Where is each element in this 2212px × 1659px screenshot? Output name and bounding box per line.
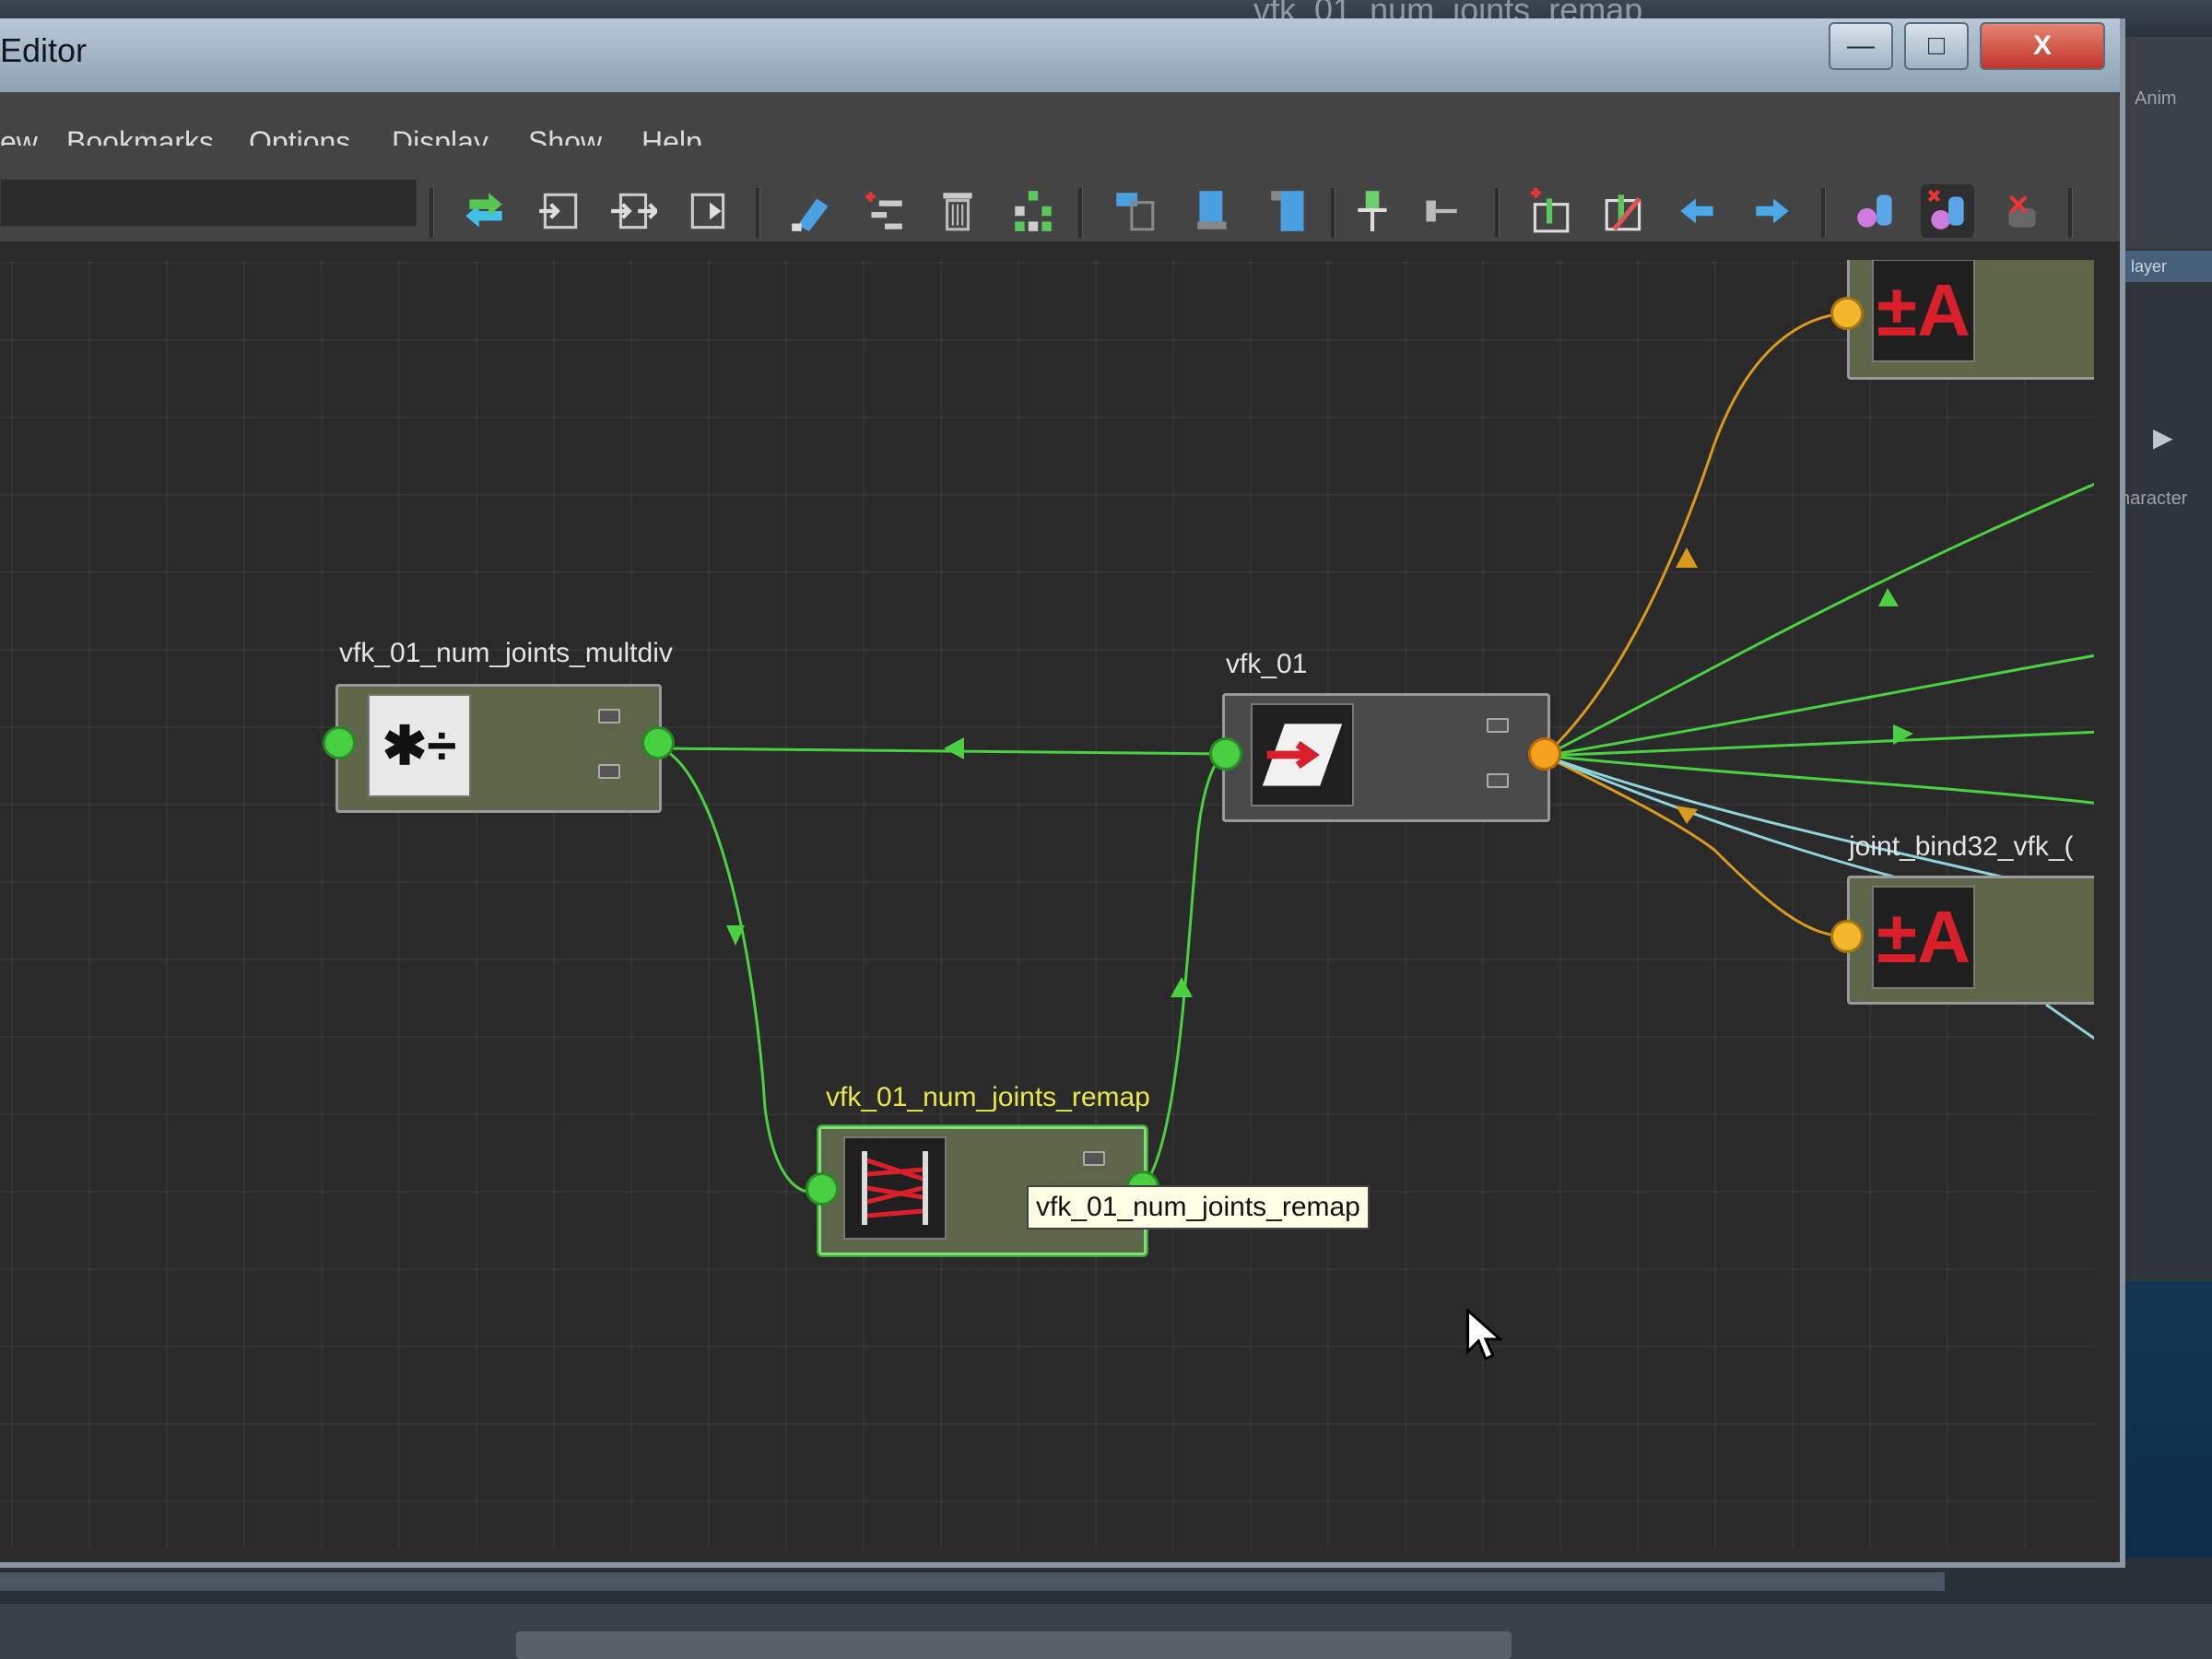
input-output-connections-icon[interactable] <box>606 184 660 238</box>
connection-line <box>1544 754 2029 885</box>
connection-arrow <box>944 737 964 759</box>
previous-bookmark-icon[interactable] <box>1670 184 1724 238</box>
close-button[interactable]: X <box>1980 22 2105 70</box>
clear-graph-icon[interactable] <box>785 184 839 238</box>
node-output-port-icon[interactable] <box>1487 718 1509 733</box>
remove-from-graph-icon[interactable] <box>931 184 984 238</box>
toolbar-separator <box>1495 188 1500 238</box>
connected-mode-icon[interactable] <box>1187 184 1241 238</box>
node-input-port-icon[interactable] <box>598 764 620 779</box>
toolbar-separator <box>1331 188 1335 238</box>
input-plug[interactable] <box>1830 297 1864 330</box>
background-layer-label: layer <box>2122 251 2212 282</box>
search-input[interactable] <box>0 179 417 227</box>
connection-arrow <box>1878 588 1899 606</box>
connection-line <box>661 747 823 1194</box>
node-joint-bind[interactable]: ±A <box>1847 876 2094 1005</box>
create-bookmark-icon[interactable] <box>1523 184 1576 238</box>
minimize-button[interactable]: — <box>1829 22 1893 70</box>
input-plug[interactable] <box>1830 920 1864 953</box>
node-graph-canvas[interactable]: vfk_01_num_joints_multdiv ✱÷ vfk_01 vfk_… <box>0 260 2094 1548</box>
connection-arrow <box>1676 547 1698 568</box>
connection-line <box>1544 730 2094 758</box>
connection-line <box>1141 752 1227 1188</box>
attribute-filter-icon[interactable] <box>1414 184 1467 238</box>
connection-line <box>1544 754 1848 938</box>
mouse-cursor-icon <box>1466 1309 1502 1361</box>
toolbar-separator <box>1078 188 1083 238</box>
node-label-multdiv: vfk_01_num_joints_multdiv <box>339 638 673 668</box>
input-connections-icon[interactable] <box>533 184 586 238</box>
background-waveform-panel <box>2120 1281 2212 1604</box>
window-title: Editor <box>0 31 88 69</box>
toolbar <box>0 146 2120 241</box>
rearrange-graph-icon[interactable] <box>1006 184 1060 238</box>
pin-icon[interactable] <box>1346 184 1399 238</box>
connection-line <box>1543 312 1848 758</box>
background-anim-tab[interactable]: Anim <box>2135 88 2177 110</box>
output-plug[interactable] <box>1528 737 1561 771</box>
transform-node-icon <box>1251 703 1354 806</box>
node-output-port-icon[interactable] <box>598 709 620 724</box>
connection-arrow <box>1171 977 1193 997</box>
swap-arrows-icon[interactable] <box>457 184 511 238</box>
connection-line <box>1544 482 2094 758</box>
background-bottom-strip <box>0 1572 1945 1591</box>
node-add-double-linear[interactable]: ±A <box>1847 260 2094 380</box>
full-mode-icon[interactable] <box>1265 184 1318 238</box>
add-to-graph-icon[interactable] <box>857 184 911 238</box>
input-plug[interactable] <box>1209 737 1242 771</box>
background-play-icon[interactable]: ▶ <box>2153 422 2173 453</box>
show-shape-nodes-icon[interactable] <box>1849 184 1902 238</box>
node-label-remap: vfk_01_num_joints_remap <box>826 1082 1150 1112</box>
window-titlebar[interactable]: Editor — □ X <box>0 18 2120 92</box>
maximize-button[interactable]: □ <box>1904 22 1969 70</box>
connection-line <box>2045 1003 2094 1041</box>
delete-shape-nodes-icon[interactable] <box>1994 184 2048 238</box>
toolbar-separator <box>2068 188 2073 238</box>
connection-line <box>661 747 1227 756</box>
node-editor-window: Editor — □ X ew Bookmarks Options Displa… <box>0 18 2125 1568</box>
node-multdiv[interactable]: ✱÷ <box>335 684 662 813</box>
multiply-divide-icon: ✱÷ <box>368 694 471 797</box>
node-label-vfk01: vfk_01 <box>1226 649 1308 679</box>
node-input-port-icon[interactable] <box>1487 773 1509 788</box>
toolbar-separator <box>429 188 434 238</box>
output-plug[interactable] <box>641 726 675 759</box>
background-character-label: haracter <box>2120 488 2188 509</box>
menu-bar: ew Bookmarks Options Display Show Help <box>0 92 2120 159</box>
next-bookmark-icon[interactable] <box>1746 184 1799 238</box>
simple-mode-icon[interactable] <box>1108 184 1161 238</box>
tooltip: vfk_01_num_joints_remap <box>1027 1185 1370 1230</box>
input-plug[interactable] <box>806 1172 839 1206</box>
connection-lines <box>661 312 2094 1194</box>
edit-bookmark-icon[interactable] <box>1598 184 1652 238</box>
toolbar-separator <box>1821 188 1826 238</box>
node-output-port-icon[interactable] <box>1083 1151 1105 1166</box>
connection-line <box>1544 653 2094 758</box>
remap-value-icon <box>843 1136 947 1240</box>
output-connections-icon[interactable] <box>682 184 735 238</box>
node-label-joint-bind: joint_bind32_vfk_( <box>1849 831 2074 862</box>
background-channel-box <box>2120 37 2212 249</box>
hide-shape-nodes-icon[interactable] <box>1921 184 1974 238</box>
add-double-linear-icon: ±A <box>1872 886 1975 989</box>
add-double-linear-icon: ±A <box>1872 260 1975 362</box>
node-vfk01[interactable] <box>1222 693 1550 822</box>
toolbar-separator <box>756 188 760 238</box>
background-scrollbar[interactable] <box>516 1631 1512 1659</box>
input-plug[interactable] <box>323 726 356 759</box>
